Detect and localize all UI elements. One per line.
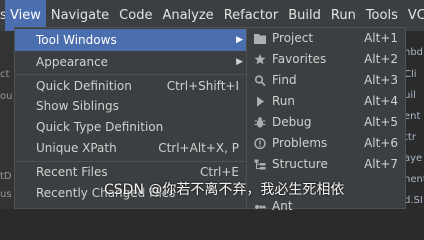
search-icon <box>254 75 266 86</box>
menu-item-appearance[interactable]: Appearance ▶ <box>15 51 249 73</box>
right-edge-text: nbd <box>404 47 424 58</box>
menu-item-label: Appearance <box>36 55 109 69</box>
problems-icon <box>254 138 266 149</box>
menu-vcs[interactable]: VCS <box>403 0 424 31</box>
tool-window-debug[interactable]: Debug Alt+5 <box>247 112 405 133</box>
tool-window-problems[interactable]: Problems Alt+6 <box>247 133 405 154</box>
left-edge-text: ou <box>0 91 13 102</box>
menu-item-label: Tool Windows <box>36 33 117 47</box>
left-edge-text: us <box>0 189 12 200</box>
structure-icon <box>254 159 266 170</box>
menu-item-unique-xpath[interactable]: Unique XPath Ctrl+Alt+X, P <box>15 137 249 159</box>
menu-item-show-siblings[interactable]: Show Siblings <box>15 95 249 117</box>
watermark: CSDN @你若不离不弃，我必生死相依 <box>104 182 345 198</box>
menu-item-label: Recent Files <box>36 165 108 179</box>
bug-icon <box>254 117 266 128</box>
menu-item-label: Problems <box>272 136 328 150</box>
run-icon <box>257 96 264 107</box>
menu-item-label: Show Siblings <box>36 99 119 113</box>
menu-item-label: Find <box>272 73 297 87</box>
menu-item-shortcut: Ctrl+Alt+X, P <box>158 141 239 155</box>
menu-item-shortcut: Alt+7 <box>364 157 398 171</box>
menu-item-label: Favorites <box>272 52 327 66</box>
menu-item-shortcut: Ctrl+Shift+I <box>166 79 239 93</box>
tool-window-favorites[interactable]: Favorites Alt+2 <box>247 49 405 70</box>
left-edge-text: ct <box>0 69 10 80</box>
menu-item-label: Run <box>272 94 296 108</box>
right-edge-text: ent <box>404 111 421 122</box>
tool-window-structure[interactable]: Structure Alt+7 <box>247 154 405 175</box>
tool-window-project[interactable]: Project Alt+1 <box>247 28 405 49</box>
menu-item-tool-windows[interactable]: Tool Windows ▶ <box>15 29 249 51</box>
right-edge-text: nent <box>404 174 424 185</box>
menu-item-label: Quick Type Definition <box>36 120 164 134</box>
menu-item-label: Project <box>272 31 314 45</box>
submenu-arrow-icon: ▶ <box>236 57 243 67</box>
menu-item-quick-type-definition[interactable]: Quick Type Definition <box>15 116 249 138</box>
left-edge-text: tD <box>0 171 12 182</box>
menu-item-shortcut: Alt+4 <box>364 94 398 108</box>
menu-item-label: Unique XPath <box>36 141 117 155</box>
menu-item-label: Structure <box>272 157 328 171</box>
right-edge-text: d.SI <box>404 195 423 206</box>
ant-icon <box>255 205 266 209</box>
right-edge-text: aye <box>404 153 423 164</box>
menu-item-shortcut: Alt+5 <box>364 115 398 129</box>
tool-window-find[interactable]: Find Alt+3 <box>247 70 405 91</box>
menu-item-shortcut: Alt+6 <box>364 136 398 150</box>
star-icon <box>254 54 266 65</box>
tool-window-run[interactable]: Run Alt+4 <box>247 91 405 112</box>
folder-icon <box>254 34 266 44</box>
menu-item-shortcut: Alt+1 <box>364 31 398 45</box>
menu-item-label: Debug <box>272 115 312 129</box>
left-editor-strip: ct ou tD us <box>0 31 14 209</box>
tool-window-ant[interactable]: Ant <box>247 196 405 217</box>
menu-item-label: Ant <box>272 199 293 213</box>
menu-item-shortcut: Alt+3 <box>364 73 398 87</box>
submenu-arrow-icon: ▶ <box>236 35 243 45</box>
menu-item-shortcut: Alt+2 <box>364 52 398 66</box>
menu-item-quick-definition[interactable]: Quick Definition Ctrl+Shift+I <box>15 75 249 97</box>
menu-item-label: Quick Definition <box>36 79 132 93</box>
